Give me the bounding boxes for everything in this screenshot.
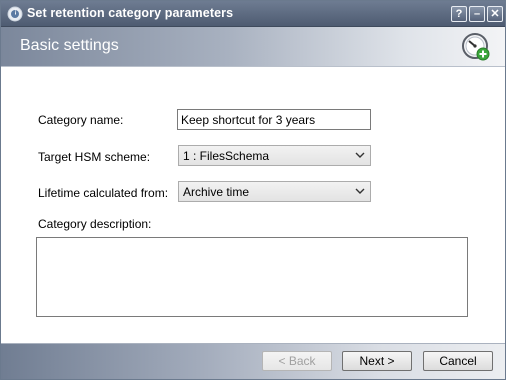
app-icon (7, 6, 23, 22)
chevron-down-icon (355, 188, 365, 194)
lifetime-label: Lifetime calculated from: (38, 186, 169, 200)
cancel-button[interactable]: Cancel (423, 351, 493, 371)
lifetime-select[interactable]: Archive time (178, 181, 371, 202)
category-name-input[interactable] (177, 109, 371, 130)
target-hsm-value: 1 : FilesSchema (183, 149, 270, 163)
next-button[interactable]: Next > (342, 351, 412, 371)
title-bar[interactable]: Set retention category parameters ? – ✕ (1, 1, 505, 27)
minimize-button[interactable]: – (469, 6, 485, 22)
category-name-label: Category name: (38, 113, 124, 127)
dialog-window: Set retention category parameters ? – ✕ … (0, 0, 506, 380)
gauge-add-icon (462, 33, 490, 61)
close-button[interactable]: ✕ (487, 6, 503, 22)
target-hsm-select[interactable]: 1 : FilesSchema (178, 145, 371, 166)
category-description-textarea[interactable] (36, 237, 468, 317)
page-title: Basic settings (20, 37, 119, 54)
chevron-down-icon (355, 152, 365, 158)
back-button[interactable]: < Back (262, 351, 332, 371)
category-description-label: Category description: (38, 217, 152, 231)
button-bar: < Back Next > Cancel (1, 343, 505, 379)
lifetime-value: Archive time (183, 185, 250, 199)
help-button[interactable]: ? (451, 6, 467, 22)
target-hsm-label: Target HSM scheme: (38, 150, 151, 164)
window-title: Set retention category parameters (27, 6, 234, 20)
header-banner: Basic settings (1, 27, 505, 67)
